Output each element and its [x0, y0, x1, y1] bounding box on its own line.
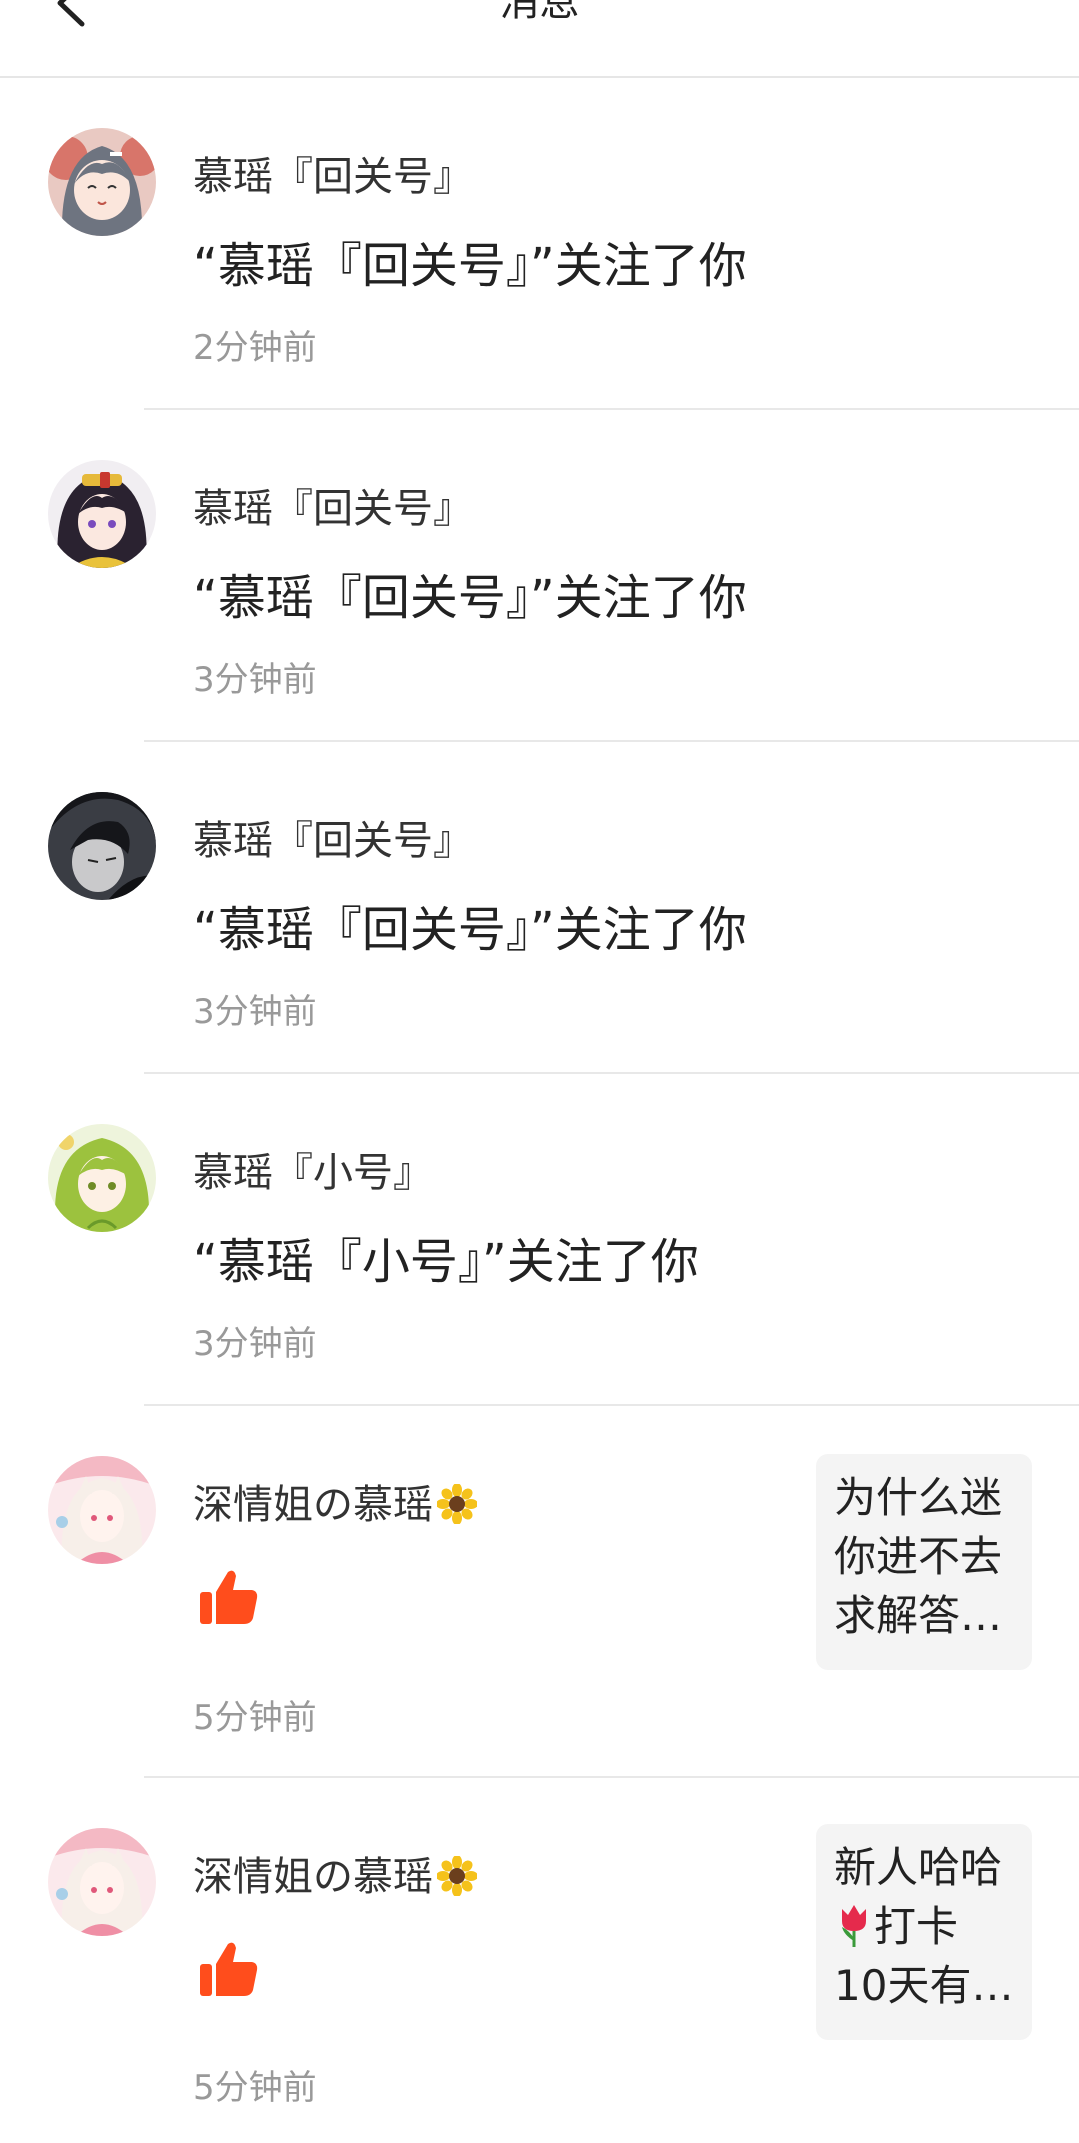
- sender-name[interactable]: 慕瑶『回关号』: [193, 484, 473, 534]
- message-time: 3分钟前: [193, 992, 317, 1032]
- message-time: 3分钟前: [193, 1324, 317, 1364]
- preview-line: 10天有…: [834, 1961, 1014, 2010]
- sender-name[interactable]: 慕瑶『小号』: [193, 1148, 433, 1198]
- preview-line: 打卡: [834, 1897, 1014, 1956]
- message-text: “慕瑶『回关号』”关注了你: [193, 238, 747, 294]
- sender-name-text: 深情姐の慕瑶: [193, 1482, 433, 1528]
- post-preview[interactable]: 新人哈哈 打卡 10天有…: [816, 1824, 1032, 2040]
- avatar[interactable]: [48, 460, 156, 568]
- message-time: 5分钟前: [193, 1698, 317, 1738]
- sender-name[interactable]: 深情姐の慕瑶: [193, 1480, 477, 1530]
- preview-text: 打卡: [874, 1902, 959, 1951]
- message-time: 3分钟前: [193, 660, 317, 700]
- sender-name[interactable]: 深情姐の慕瑶: [193, 1852, 477, 1902]
- message-text: “慕瑶『回关号』”关注了你: [193, 902, 747, 958]
- message-text: “慕瑶『小号』”关注了你: [193, 1234, 699, 1290]
- message-time: 2分钟前: [193, 328, 317, 368]
- avatar[interactable]: [48, 1124, 156, 1232]
- page-title: 消息: [499, 0, 580, 25]
- preview-line: 为什么迷: [834, 1473, 1003, 1522]
- nav-bar: 消息: [0, 0, 1079, 78]
- message-time: 5分钟前: [193, 2068, 317, 2108]
- avatar[interactable]: [48, 1456, 156, 1564]
- message-item[interactable]: 慕瑶『小号』 “慕瑶『小号』”关注了你 3分钟前: [0, 1074, 1079, 1406]
- avatar[interactable]: [48, 792, 156, 900]
- preview-line: 新人哈哈: [834, 1843, 1003, 1892]
- avatar[interactable]: [48, 128, 156, 236]
- message-item[interactable]: 慕瑶『回关号』 “慕瑶『回关号』”关注了你 3分钟前: [0, 742, 1079, 1074]
- sender-name-text: 深情姐の慕瑶: [193, 1854, 433, 1900]
- avatar[interactable]: [48, 1828, 156, 1936]
- message-item[interactable]: 慕瑶『回关号』 “慕瑶『回关号』”关注了你 3分钟前: [0, 410, 1079, 742]
- message-item[interactable]: 慕瑶『回关号』 “慕瑶『回关号』”关注了你 2分钟前: [0, 78, 1079, 410]
- thumbs-up-icon: [200, 1942, 258, 1996]
- thumbs-up-icon: [200, 1570, 258, 1624]
- message-text: “慕瑶『回关号』”关注了你: [193, 570, 747, 626]
- preview-line: 你进不去: [834, 1532, 1003, 1581]
- sunflower-icon: [437, 1856, 477, 1896]
- message-item[interactable]: 深情姐の慕瑶 5分钟前 新人哈哈 打卡 10天有…: [0, 1778, 1079, 2143]
- sender-name[interactable]: 慕瑶『回关号』: [193, 152, 473, 202]
- sender-name[interactable]: 慕瑶『回关号』: [193, 816, 473, 866]
- preview-line: 求解答…: [834, 1591, 1003, 1640]
- post-preview[interactable]: 为什么迷 你进不去 求解答…: [816, 1454, 1032, 1670]
- tulip-icon: [842, 1905, 866, 1947]
- message-item[interactable]: 深情姐の慕瑶 5分钟前 为什么迷 你进不去 求解答…: [0, 1406, 1079, 1778]
- sunflower-icon: [437, 1484, 477, 1524]
